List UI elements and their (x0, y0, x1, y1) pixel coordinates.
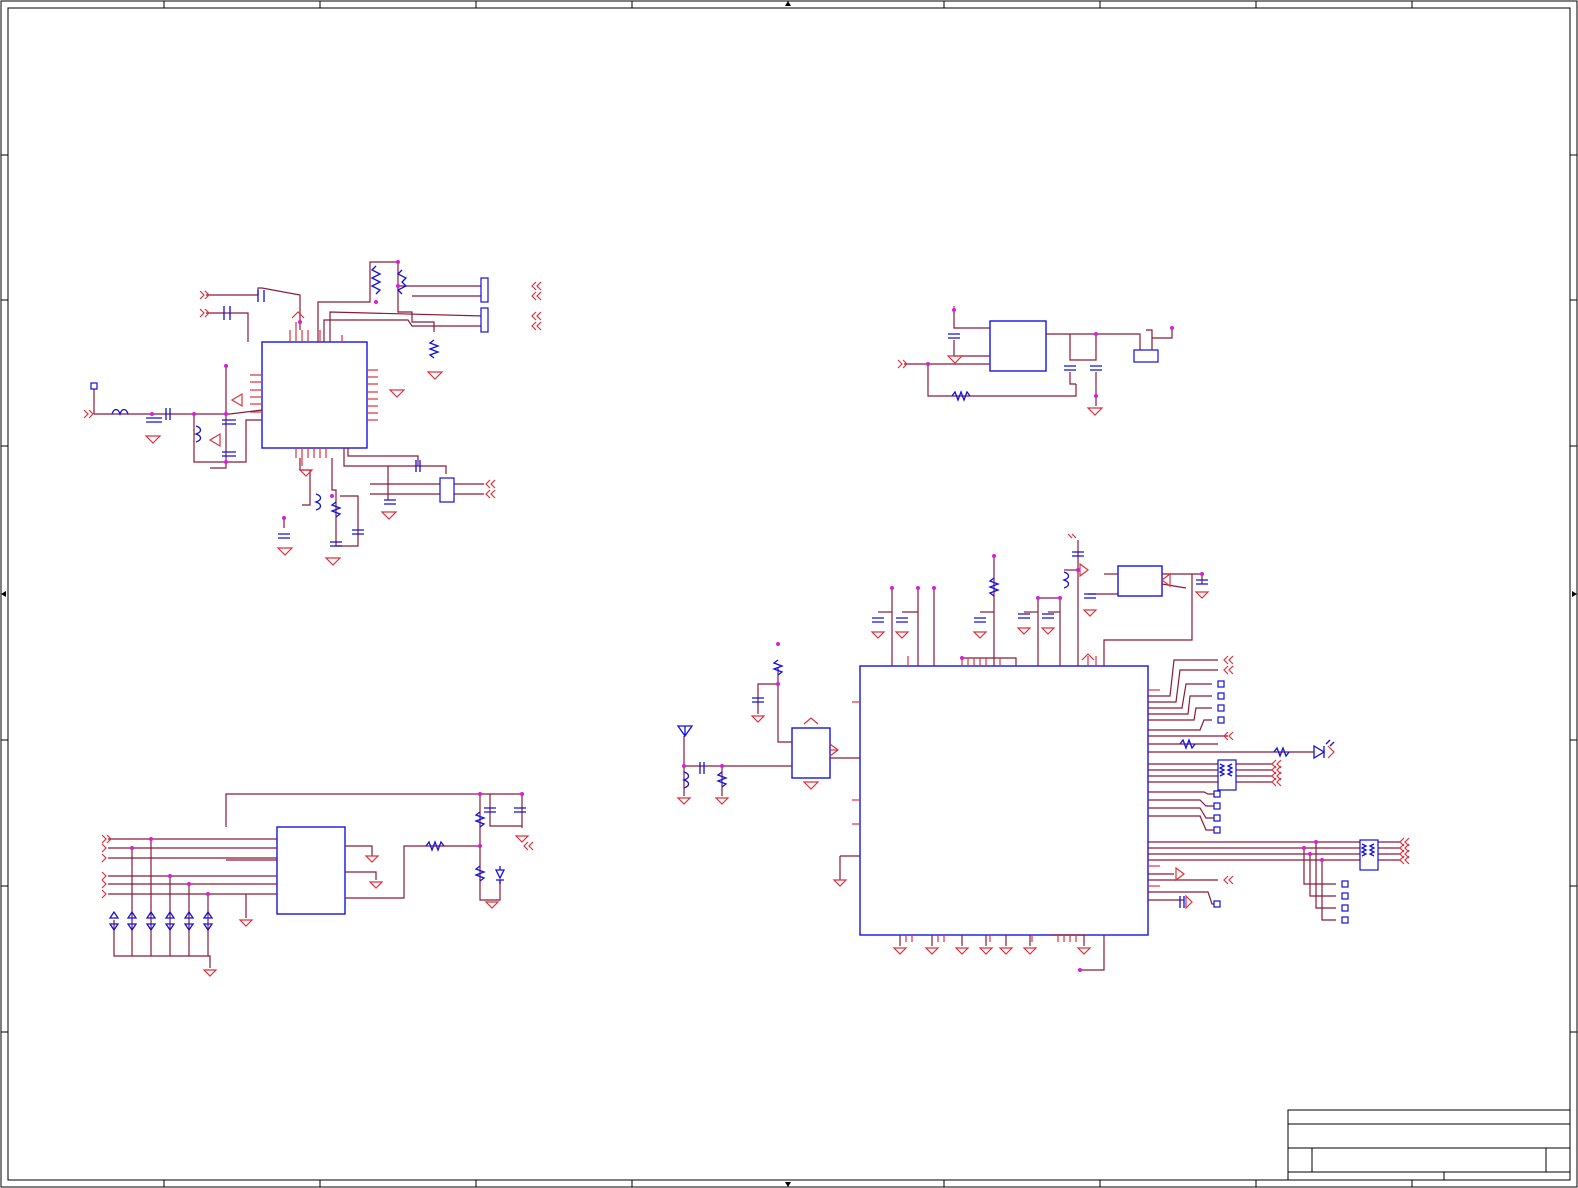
title-block (1287, 1109, 1571, 1181)
mcu-left-wires (683, 668, 860, 880)
rf-wires (93, 261, 485, 547)
rf-ports (83, 281, 542, 499)
border-ticks-right (1570, 154, 1577, 1033)
border-ticks-bottom (163, 1180, 1413, 1187)
interface-block (101, 792, 534, 977)
schematic-sheet (0, 0, 1578, 1188)
mcu-test-pads (1213, 680, 1349, 924)
interface-grounds (101, 834, 534, 977)
sheet-frame (0, 0, 1578, 1188)
rf-connectors (90, 277, 489, 503)
border-ticks-top (163, 1, 1413, 8)
regulator-ic (989, 320, 1047, 372)
mcu-right-wires (1148, 659, 1400, 921)
rf-grounds (144, 311, 444, 566)
regulator-wires (904, 312, 1173, 406)
mcu-ic (859, 665, 1149, 936)
rf-pin-stubs (250, 322, 378, 466)
interface-wires (108, 793, 523, 968)
border-ticks-left (1, 154, 8, 1033)
mcu-antenna (676, 725, 694, 738)
balun-ic (791, 727, 831, 779)
rf-passives (111, 265, 440, 547)
interface-junctions (130, 792, 524, 896)
rf-transceiver-block (83, 260, 542, 566)
regulator-passives (948, 333, 1102, 402)
regulator-connector (1133, 349, 1159, 363)
mcu-top-wires (878, 540, 1203, 666)
interface-ic (276, 826, 346, 915)
rf-transceiver-ic (261, 341, 368, 449)
ldo-ic (1117, 565, 1163, 597)
mcu-ports (1067, 533, 1410, 885)
rf-junctions (150, 260, 400, 520)
mcu-block (676, 533, 1410, 972)
interface-passives (108, 807, 526, 932)
mcu-grounds (676, 562, 1210, 955)
regulator-block (897, 306, 1174, 416)
mcu-left-stubs (830, 701, 860, 825)
